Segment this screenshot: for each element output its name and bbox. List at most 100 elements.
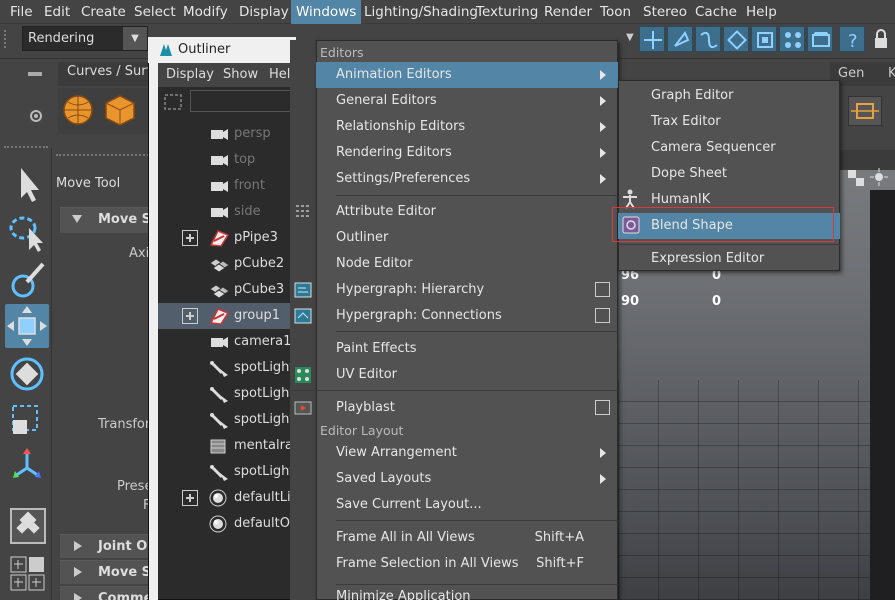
menu-texturing[interactable]: Texturing bbox=[471, 0, 543, 24]
menu-create[interactable]: Create bbox=[76, 0, 131, 24]
menu-item-saved-layouts[interactable]: Saved Layouts bbox=[316, 466, 618, 492]
shelf-tab-curves-surfaces[interactable]: Curves / Surfa bbox=[67, 64, 159, 79]
menu-stereo[interactable]: Stereo bbox=[638, 0, 692, 24]
menu-item-general-editors[interactable]: General Editors bbox=[316, 88, 618, 114]
menu-item-outliner[interactable]: Outliner bbox=[316, 225, 618, 251]
submenu-item-trax-editor[interactable]: Trax Editor bbox=[618, 109, 840, 135]
help-icon[interactable]: ? bbox=[839, 26, 865, 52]
expand-icon[interactable] bbox=[182, 230, 198, 246]
outliner-row-spotlight4[interactable]: spotLight4 bbox=[158, 459, 303, 485]
move-tool-icon[interactable] bbox=[5, 304, 49, 348]
outliner-menu-display[interactable]: Display bbox=[166, 67, 214, 82]
outliner-row-pcube2[interactable]: pCube2 bbox=[158, 251, 296, 277]
menu-lighting-shading[interactable]: Lighting/Shading bbox=[359, 0, 483, 24]
view-plane-icon[interactable] bbox=[751, 26, 777, 52]
tab-k[interactable]: K bbox=[888, 66, 895, 81]
chevron-down-icon[interactable]: ▼ bbox=[626, 32, 634, 43]
menu-item-frame-all-in-all-views[interactable]: Frame All in All Views Shift+A bbox=[316, 525, 618, 551]
move-icon[interactable] bbox=[639, 26, 665, 52]
submenu-item-graph-editor[interactable]: Graph Editor bbox=[618, 83, 840, 109]
outliner-row-group1[interactable]: group1 bbox=[158, 303, 296, 329]
menu-item-minimize-application[interactable]: Minimize Application bbox=[316, 584, 618, 600]
menu-item-playblast[interactable]: Playblast bbox=[316, 395, 618, 421]
checker-icon[interactable] bbox=[848, 170, 864, 186]
menu-cache[interactable]: Cache bbox=[690, 0, 742, 24]
section-move-settings[interactable]: Move Se bbox=[60, 207, 160, 233]
menu-item-settings-preferences[interactable]: Settings/Preferences bbox=[316, 166, 618, 192]
expand-icon[interactable] bbox=[182, 308, 198, 324]
nurbs-sphere-icon[interactable] bbox=[62, 94, 94, 126]
outliner-title-bar[interactable]: Outliner bbox=[148, 37, 296, 63]
tab-gen[interactable]: Gen bbox=[838, 66, 864, 81]
outliner-row-spotlight2[interactable]: spotLight2 bbox=[158, 381, 303, 407]
outliner-row-defaultlig[interactable]: defaultLig bbox=[158, 485, 299, 511]
outliner-row-persp[interactable]: persp bbox=[158, 121, 296, 147]
render-view-icon[interactable] bbox=[807, 26, 833, 52]
option-box-icon[interactable] bbox=[595, 308, 610, 323]
outliner-row-spotlight1[interactable]: spotLight1 bbox=[158, 355, 303, 381]
menu-windows[interactable]: Windows bbox=[291, 0, 362, 24]
outliner-row-front[interactable]: front bbox=[158, 173, 296, 199]
shelf-menu-icon[interactable] bbox=[28, 72, 42, 76]
section-move-snap[interactable]: Move Sn bbox=[60, 560, 160, 584]
toolbox-grip[interactable] bbox=[4, 146, 48, 150]
light-icon[interactable] bbox=[870, 168, 888, 186]
outliner-row-spotlight3[interactable]: spotLight3 bbox=[158, 407, 303, 433]
outliner-row-top[interactable]: top bbox=[158, 147, 296, 173]
menu-item-view-arrangement[interactable]: View Arrangement bbox=[316, 440, 618, 466]
menu-help[interactable]: Help bbox=[741, 0, 782, 24]
outliner-search-input[interactable] bbox=[190, 90, 296, 112]
gear-icon[interactable] bbox=[28, 108, 44, 124]
curve-snap-icon[interactable] bbox=[695, 26, 721, 52]
filter-icon[interactable] bbox=[162, 92, 184, 112]
option-box-icon[interactable] bbox=[595, 400, 610, 415]
outliner-row-defaultob[interactable]: defaultOb bbox=[158, 511, 298, 537]
lasso-tool-icon[interactable] bbox=[5, 210, 49, 254]
section-joint-orient[interactable]: Joint Or bbox=[60, 534, 157, 558]
menu-item-uv-editor[interactable]: UV Editor bbox=[316, 362, 618, 388]
paint-select-tool-icon[interactable] bbox=[5, 258, 49, 302]
layout-preset-icon[interactable] bbox=[10, 556, 46, 592]
menu-item-hypergraph-hierarchy[interactable]: Hypergraph: Hierarchy bbox=[316, 277, 618, 303]
menu-select[interactable]: Select bbox=[129, 0, 181, 24]
menu-item-save-current-layout[interactable]: Save Current Layout... bbox=[316, 492, 618, 518]
nurbs-cube-icon[interactable] bbox=[104, 94, 136, 126]
tool-settings-grip[interactable] bbox=[56, 154, 156, 158]
menu-modify[interactable]: Modify bbox=[178, 0, 233, 24]
submenu-item-expression-editor[interactable]: Expression Editor bbox=[618, 246, 840, 272]
outliner-row-side[interactable]: side bbox=[158, 199, 296, 225]
show-manipulator-icon[interactable] bbox=[10, 508, 46, 544]
hypershade-icon[interactable] bbox=[779, 26, 805, 52]
outliner-row-mentalray[interactable]: mentalray bbox=[158, 433, 301, 459]
menuset-dropdown[interactable]: Rendering ▼ bbox=[22, 26, 148, 51]
menu-item-relationship-editors[interactable]: Relationship Editors bbox=[316, 114, 618, 140]
channel-box-toggle-icon[interactable] bbox=[848, 96, 882, 126]
status-line-grip[interactable] bbox=[4, 30, 16, 48]
outliner-row-ppipe3[interactable]: pPipe3 bbox=[158, 225, 296, 251]
menu-item-frame-selection-in-all-views[interactable]: Frame Selection in All Views Shift+F bbox=[316, 551, 618, 577]
menu-item-paint-effects[interactable]: Paint Effects bbox=[316, 336, 618, 362]
rotate-tool-icon[interactable] bbox=[5, 352, 49, 396]
submenu-item-camera-sequencer[interactable]: Camera Sequencer bbox=[618, 135, 840, 161]
universal-manipulator-icon[interactable] bbox=[5, 444, 49, 488]
menu-display[interactable]: Display bbox=[234, 0, 294, 24]
select-tool-icon[interactable] bbox=[5, 162, 49, 206]
expand-icon[interactable] bbox=[182, 490, 198, 506]
menu-toon[interactable]: Toon bbox=[595, 0, 636, 24]
outliner-row-camera1[interactable]: camera1 bbox=[158, 329, 296, 355]
outliner-row-pcube3[interactable]: pCube3 bbox=[158, 277, 296, 303]
menu-item-node-editor[interactable]: Node Editor bbox=[316, 251, 618, 277]
menu-item-rendering-editors[interactable]: Rendering Editors bbox=[316, 140, 618, 166]
lock-icon[interactable] bbox=[872, 28, 890, 50]
menu-item-hypergraph-connections[interactable]: Hypergraph: Connections bbox=[316, 303, 618, 329]
menu-edit[interactable]: Edit bbox=[39, 0, 75, 24]
outliner-menu-show[interactable]: Show bbox=[223, 67, 258, 82]
menu-item-attribute-editor[interactable]: Attribute Editor bbox=[316, 199, 618, 225]
point-snap-icon[interactable] bbox=[723, 26, 749, 52]
menu-file[interactable]: File bbox=[5, 0, 38, 24]
menu-item-animation-editors[interactable]: Animation Editors bbox=[316, 62, 618, 88]
section-common[interactable]: Comme bbox=[60, 586, 157, 600]
option-box-icon[interactable] bbox=[595, 282, 610, 297]
lasso-icon[interactable] bbox=[667, 26, 693, 52]
menu-render[interactable]: Render bbox=[539, 0, 597, 24]
